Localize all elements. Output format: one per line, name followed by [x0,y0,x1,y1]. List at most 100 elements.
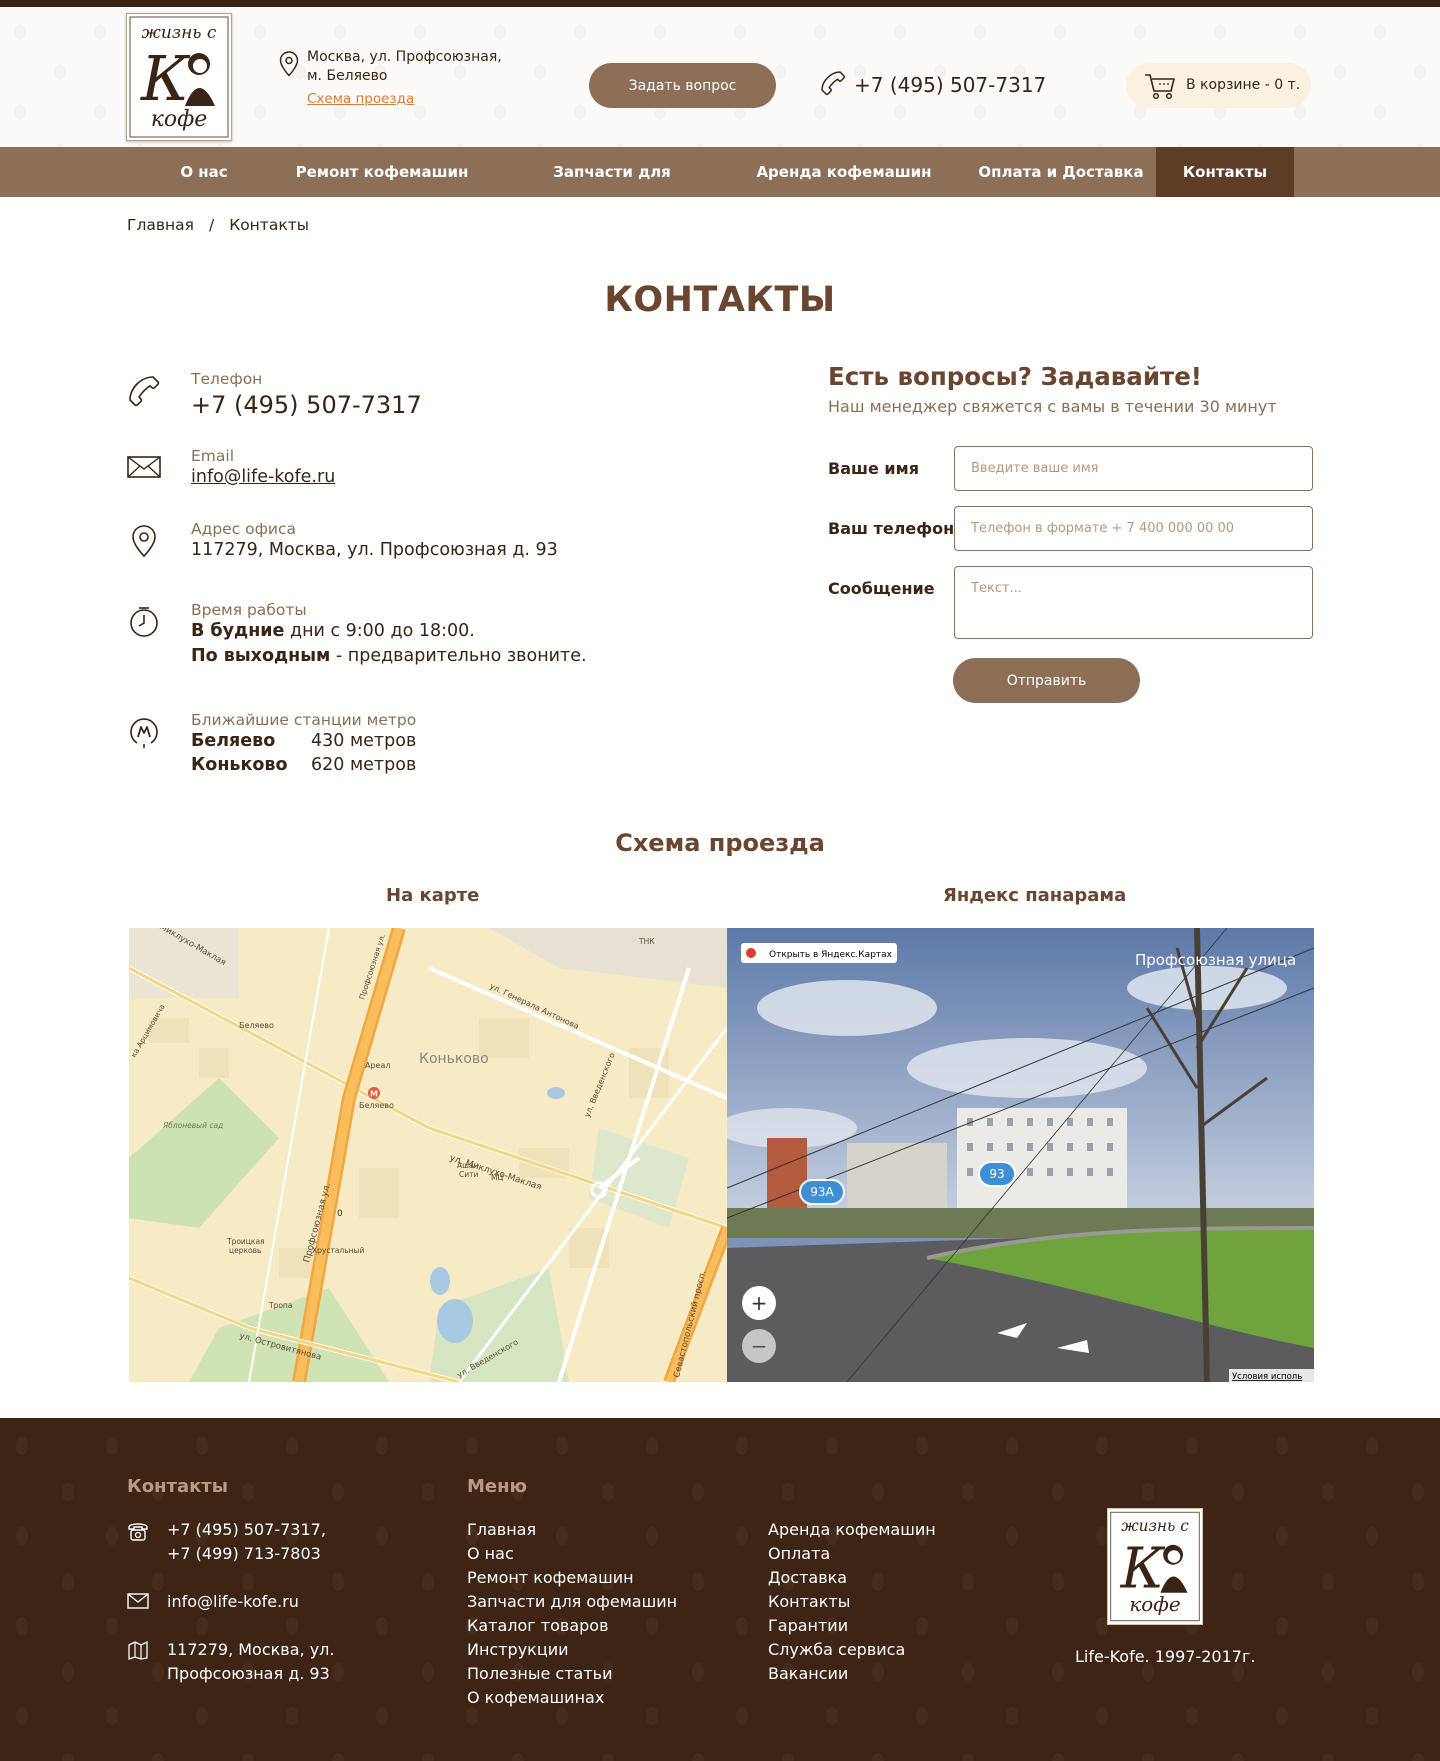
header-phone[interactable]: +7 (495) 507-7317 [821,71,1046,97]
svg-text:К: К [140,42,191,115]
form-title: Есть вопросы? Задавайте! [828,362,1202,391]
footer-link-articles[interactable]: Полезные статьи [467,1662,677,1686]
footer-link-catalog[interactable]: Каталог товаров [467,1614,677,1638]
envelope-icon [127,456,161,478]
site-logo[interactable]: жизнь с К кофе [126,13,232,141]
form-subtitle: Наш менеджер свяжется с вамы в течении 3… [828,397,1277,416]
svg-text:Открыть в Яндекс.Картах: Открыть в Яндекс.Картах [769,950,893,960]
hours-block: Время работы В будние дни с 9:00 до 18:0… [127,601,587,669]
svg-text:К: К [1120,1536,1166,1601]
phone-input[interactable] [954,506,1313,551]
svg-text:кофе: кофе [151,107,208,132]
map-icon [128,1640,148,1660]
logo-image: жизнь с К кофе [129,16,229,138]
address-line-2: м. Беляево [307,68,388,84]
svg-text:жизнь с: жизнь с [142,23,217,43]
email-label: Email [191,447,235,465]
address-line-1: Москва, ул. Профсоюзная, [307,49,502,65]
location-pin-icon [132,525,156,558]
footer-link-delivery[interactable]: Доставка [768,1566,936,1590]
nav-item-payment[interactable]: Оплата и Доставка [966,147,1156,197]
footer-link-parts[interactable]: Запчасти для офемашин [467,1590,677,1614]
svg-text:Тропа: Тропа [268,1301,292,1310]
footer-link-payment[interactable]: Оплата [768,1542,936,1566]
ask-question-button[interactable]: Задать вопрос [589,63,776,108]
message-label: Сообщение [828,579,935,598]
tab-panorama[interactable]: Яндекс панарама [943,885,1126,906]
footer-link-guarantees[interactable]: Гарантии [768,1614,936,1638]
footer-menu-column-2: Аренда кофемашин Оплата Доставка Контакт… [768,1518,936,1686]
footer-link-vacancies[interactable]: Вакансии [768,1662,936,1686]
metro-row: Беляево 430 метров [191,731,417,751]
nav-item-rent[interactable]: Аренда кофемашин [756,147,932,197]
location-pin-icon [279,51,299,77]
telephone-icon [128,1523,148,1541]
svg-text:−: − [751,1334,768,1358]
phone-icon [129,376,160,407]
footer-phone-1[interactable]: +7 (495) 507-7317, [167,1518,326,1542]
footer-logo[interactable]: жизнь с К кофе [1107,1508,1203,1625]
top-strip [0,0,1440,7]
yandex-map[interactable]: M Коньково Беляево Беляево Ареал Яблонев… [129,928,727,1382]
nav-item-contacts[interactable]: Контакты [1156,147,1294,197]
clock-icon [130,607,158,637]
footer-link-about-machines[interactable]: О кофемашинах [467,1686,677,1710]
svg-text:церковь: церковь [229,1246,261,1255]
hours-label: Время работы [191,601,307,619]
nav-item-repair[interactable]: Ремонт кофемашин [292,147,472,197]
metro-row: Коньково 620 метров [191,755,417,775]
page-title: КОНТАКТЫ [604,280,836,320]
route-link[interactable]: Схема проезда [307,90,502,109]
metro-icon [130,718,158,748]
footer-menu-column-1: Главная О нас Ремонт кофемашин Запчасти … [467,1518,677,1710]
submit-button[interactable]: Отправить [953,658,1140,703]
footer-email[interactable]: info@life-kofe.ru [167,1590,299,1614]
svg-text:0: 0 [337,1209,343,1219]
footer-link-home[interactable]: Главная [467,1518,677,1542]
svg-text:ТНК: ТНК [638,937,655,946]
header-phone-number[interactable]: +7 (495) 507-7317 [854,73,1046,97]
svg-text:Беляево: Беляево [239,1021,274,1030]
message-textarea[interactable] [954,566,1313,639]
footer-copyright: Life-Kofe. 1997-2017г. [1075,1647,1256,1666]
svg-text:Троицкая: Троицкая [226,1237,265,1246]
breadcrumb-separator: / [208,216,215,234]
email-block: Email info@life-kofe.ru [127,447,335,490]
footer-link-rent[interactable]: Аренда кофемашин [768,1518,936,1542]
cart-button[interactable]: В корзине - 0 т. [1126,63,1311,108]
header-address: Москва, ул. Профсоюзная, м. Беляево Схем… [279,48,502,109]
svg-text:Яблоневый сад: Яблоневый сад [162,1121,223,1130]
svg-text:93А: 93А [810,1185,834,1199]
name-input[interactable] [954,446,1313,491]
footer-link-repair[interactable]: Ремонт кофемашин [467,1566,677,1590]
phone-value[interactable]: +7 (495) 507-7317 [191,388,422,422]
email-link[interactable]: info@life-kofe.ru [191,467,335,487]
nav-item-parts[interactable]: Запчасти для кофемашин [500,147,724,231]
site-footer: Контакты +7 (495) 507-7317, +7 (499) 713… [0,1418,1440,1761]
footer-link-instructions[interactable]: Инструкции [467,1638,677,1662]
yandex-panorama[interactable]: Открыть в Яндекс.Картах Профсоюзная улиц… [727,928,1314,1382]
footer-address-2: Профсоюзная д. 93 [167,1664,330,1683]
svg-text:Профсоюзная улица: Профсоюзная улица [1135,951,1296,969]
tab-map[interactable]: На карте [386,885,479,906]
svg-text:Ареал: Ареал [365,1061,391,1070]
hours-weekdays: В будние дни с 9:00 до 18:00. [191,621,475,641]
phone-block: Телефон +7 (495) 507-7317 [127,370,422,422]
footer-logo-image: жизнь с К кофе [1110,1511,1200,1622]
footer-phone-2[interactable]: +7 (499) 713-7803 [167,1542,321,1566]
breadcrumb-current: Контакты [229,216,309,234]
svg-text:Беляево: Беляево [359,1101,394,1110]
footer-link-about[interactable]: О нас [467,1542,677,1566]
office-value: 117279, Москва, ул. Профсоюзная д. 93 [191,540,558,560]
svg-text:+: + [751,1291,768,1315]
site-header: жизнь с К кофе Москва, ул. Профсоюзная, … [0,7,1440,147]
phone-icon [821,71,846,96]
envelope-icon [127,1593,149,1609]
nav-item-about[interactable]: О нас [160,147,248,197]
footer-address-1: 117279, Москва, ул. [167,1640,335,1659]
svg-text:Хрустальный: Хрустальный [312,1246,364,1255]
breadcrumb-home[interactable]: Главная [127,216,194,234]
footer-link-contacts[interactable]: Контакты [768,1590,936,1614]
footer-link-service[interactable]: Служба сервиса [768,1638,936,1662]
panorama-canvas: Открыть в Яндекс.Картах Профсоюзная улиц… [727,928,1314,1382]
